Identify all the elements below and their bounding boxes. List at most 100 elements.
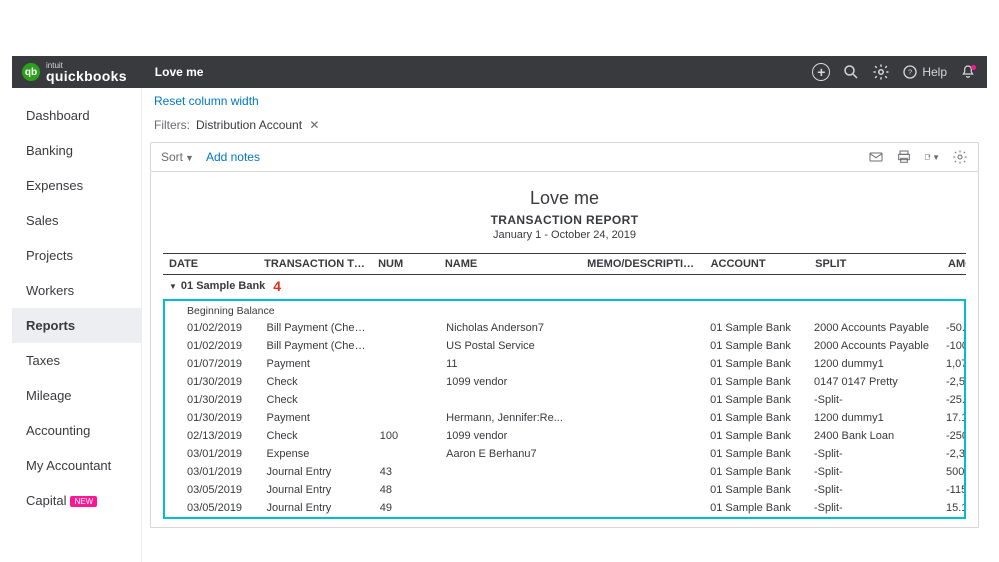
- table-row[interactable]: 01/07/2019Payment1101 Sample Bank1200 du…: [165, 355, 964, 373]
- filter-chip[interactable]: Distribution Account ✕: [196, 118, 319, 132]
- company-name[interactable]: Love me: [155, 65, 204, 79]
- sidebar-item-my-accountant[interactable]: My Accountant: [12, 448, 141, 483]
- cell-split: -Split-: [808, 446, 940, 462]
- cell-amount: 1,073.60: [940, 356, 964, 372]
- col-name[interactable]: NAME: [439, 256, 581, 272]
- cell-amount: -2,300.00: [940, 446, 964, 462]
- chevron-down-icon: ▼: [932, 153, 940, 162]
- cell-split: -Split-: [808, 464, 940, 480]
- cell-memo: [582, 392, 705, 408]
- gear-icon[interactable]: [872, 63, 890, 81]
- export-icon[interactable]: ▼: [924, 149, 940, 165]
- table-row[interactable]: 01/30/2019Check1099 vendor01 Sample Bank…: [165, 373, 964, 391]
- table-row[interactable]: 01/30/2019Check01 Sample Bank-Split--25.…: [165, 391, 964, 409]
- annotation-highlight-box: Beginning Balance 01/02/2019Bill Payment…: [163, 299, 966, 519]
- search-icon[interactable]: [842, 63, 860, 81]
- cell-transaction-type: Expense: [261, 446, 374, 462]
- sidebar: DashboardBankingExpensesSalesProjectsWor…: [12, 88, 142, 562]
- table-row[interactable]: 01/02/2019Bill Payment (Check)Nicholas A…: [165, 319, 964, 337]
- annotation-marker: 4: [273, 278, 281, 294]
- bell-icon[interactable]: [959, 63, 977, 81]
- table-row[interactable]: 03/05/2019Journal Entry4901 Sample Bank-…: [165, 499, 964, 517]
- table-row[interactable]: 01/30/2019PaymentHermann, Jennifer:Re...…: [165, 409, 964, 427]
- table-row[interactable]: 02/13/2019Check1001099 vendor01 Sample B…: [165, 427, 964, 445]
- cell-split: 2400 Bank Loan: [808, 428, 940, 444]
- filter-row: Filters: Distribution Account ✕: [150, 114, 987, 140]
- sidebar-item-accounting[interactable]: Accounting: [12, 413, 141, 448]
- cell-split: 2000 Accounts Payable: [808, 338, 940, 354]
- chevron-down-icon: ▼: [185, 153, 194, 163]
- cell-transaction-type: Check: [261, 428, 374, 444]
- help-icon[interactable]: ? Help: [902, 63, 947, 81]
- gear-icon[interactable]: [952, 149, 968, 165]
- cell-account: 01 Sample Bank: [704, 410, 808, 426]
- col-account[interactable]: ACCOUNT: [705, 256, 810, 272]
- sidebar-item-banking[interactable]: Banking: [12, 133, 141, 168]
- col-num[interactable]: NUM: [372, 256, 439, 272]
- cell-num: [374, 374, 440, 390]
- table-row[interactable]: 03/01/2019ExpenseAaron E Berhanu701 Samp…: [165, 445, 964, 463]
- cell-memo: [582, 374, 705, 390]
- cell-date: 03/01/2019: [165, 464, 261, 480]
- email-icon[interactable]: [868, 149, 884, 165]
- cell-name: 1099 vendor: [440, 374, 581, 390]
- cell-num: [374, 410, 440, 426]
- sidebar-item-workers[interactable]: Workers: [12, 273, 141, 308]
- create-button[interactable]: +: [812, 63, 830, 81]
- cell-name: 1099 vendor: [440, 428, 581, 444]
- cell-account: 01 Sample Bank: [704, 320, 808, 336]
- cell-date: 01/30/2019: [165, 392, 261, 408]
- cell-num: [374, 392, 440, 408]
- sidebar-item-reports[interactable]: Reports: [12, 308, 141, 343]
- cell-date: 01/30/2019: [165, 374, 261, 390]
- main-content: Reset column width Filters: Distribution…: [142, 88, 987, 562]
- cell-num: [374, 446, 440, 462]
- cell-memo: [582, 500, 705, 516]
- add-notes-link[interactable]: Add notes: [206, 150, 260, 164]
- cell-transaction-type: Journal Entry: [261, 482, 374, 498]
- sidebar-item-capital[interactable]: CapitalNEW: [12, 483, 141, 518]
- collapse-icon[interactable]: ▼: [169, 282, 177, 291]
- cell-memo: [582, 356, 705, 372]
- col-split[interactable]: SPLIT: [809, 256, 942, 272]
- col-amount[interactable]: AMOUNT: [942, 256, 966, 272]
- sidebar-item-mileage[interactable]: Mileage: [12, 378, 141, 413]
- cell-num: 100: [374, 428, 440, 444]
- table-row[interactable]: 01/02/2019Bill Payment (Check)US Postal …: [165, 337, 964, 355]
- cell-account: 01 Sample Bank: [704, 338, 808, 354]
- cell-transaction-type: Journal Entry: [261, 500, 374, 516]
- sidebar-item-projects[interactable]: Projects: [12, 238, 141, 273]
- sidebar-item-sales[interactable]: Sales: [12, 203, 141, 238]
- help-label: Help: [922, 65, 947, 79]
- cell-account: 01 Sample Bank: [704, 500, 808, 516]
- cell-memo: [582, 320, 705, 336]
- sort-label: Sort: [161, 150, 183, 164]
- cell-name: [440, 464, 581, 480]
- cell-amount: 15.15: [940, 500, 964, 516]
- sidebar-item-dashboard[interactable]: Dashboard: [12, 98, 141, 133]
- group-row[interactable]: ▼ 01 Sample Bank 4: [163, 275, 966, 297]
- cell-date: 01/02/2019: [165, 320, 261, 336]
- cell-amount: -250.75: [940, 428, 964, 444]
- cell-num: 43: [374, 464, 440, 480]
- print-icon[interactable]: [896, 149, 912, 165]
- sidebar-item-taxes[interactable]: Taxes: [12, 343, 141, 378]
- table-row[interactable]: 03/05/2019Journal Entry4801 Sample Bank-…: [165, 481, 964, 499]
- sidebar-item-expenses[interactable]: Expenses: [12, 168, 141, 203]
- cell-name: Nicholas Anderson7: [440, 320, 581, 336]
- cell-transaction-type: Payment: [261, 356, 374, 372]
- close-icon[interactable]: ✕: [309, 118, 319, 132]
- col-date[interactable]: DATE: [163, 256, 258, 272]
- cell-amount: -50.00: [940, 320, 964, 336]
- svg-text:?: ?: [908, 68, 912, 77]
- cell-amount: 500.00: [940, 464, 964, 480]
- col-memo[interactable]: MEMO/DESCRIPTION: [581, 256, 704, 272]
- cell-account: 01 Sample Bank: [704, 374, 808, 390]
- sort-dropdown[interactable]: Sort▼: [161, 150, 194, 164]
- table-row[interactable]: 03/01/2019Journal Entry4301 Sample Bank-…: [165, 463, 964, 481]
- reset-column-width-link[interactable]: Reset column width: [150, 88, 987, 114]
- cell-transaction-type: Check: [261, 392, 374, 408]
- beginning-balance-row: Beginning Balance: [165, 303, 964, 319]
- table-header: DATE TRANSACTION TYPE NUM NAME MEMO/DESC…: [163, 253, 966, 275]
- col-transaction-type[interactable]: TRANSACTION TYPE: [258, 256, 372, 272]
